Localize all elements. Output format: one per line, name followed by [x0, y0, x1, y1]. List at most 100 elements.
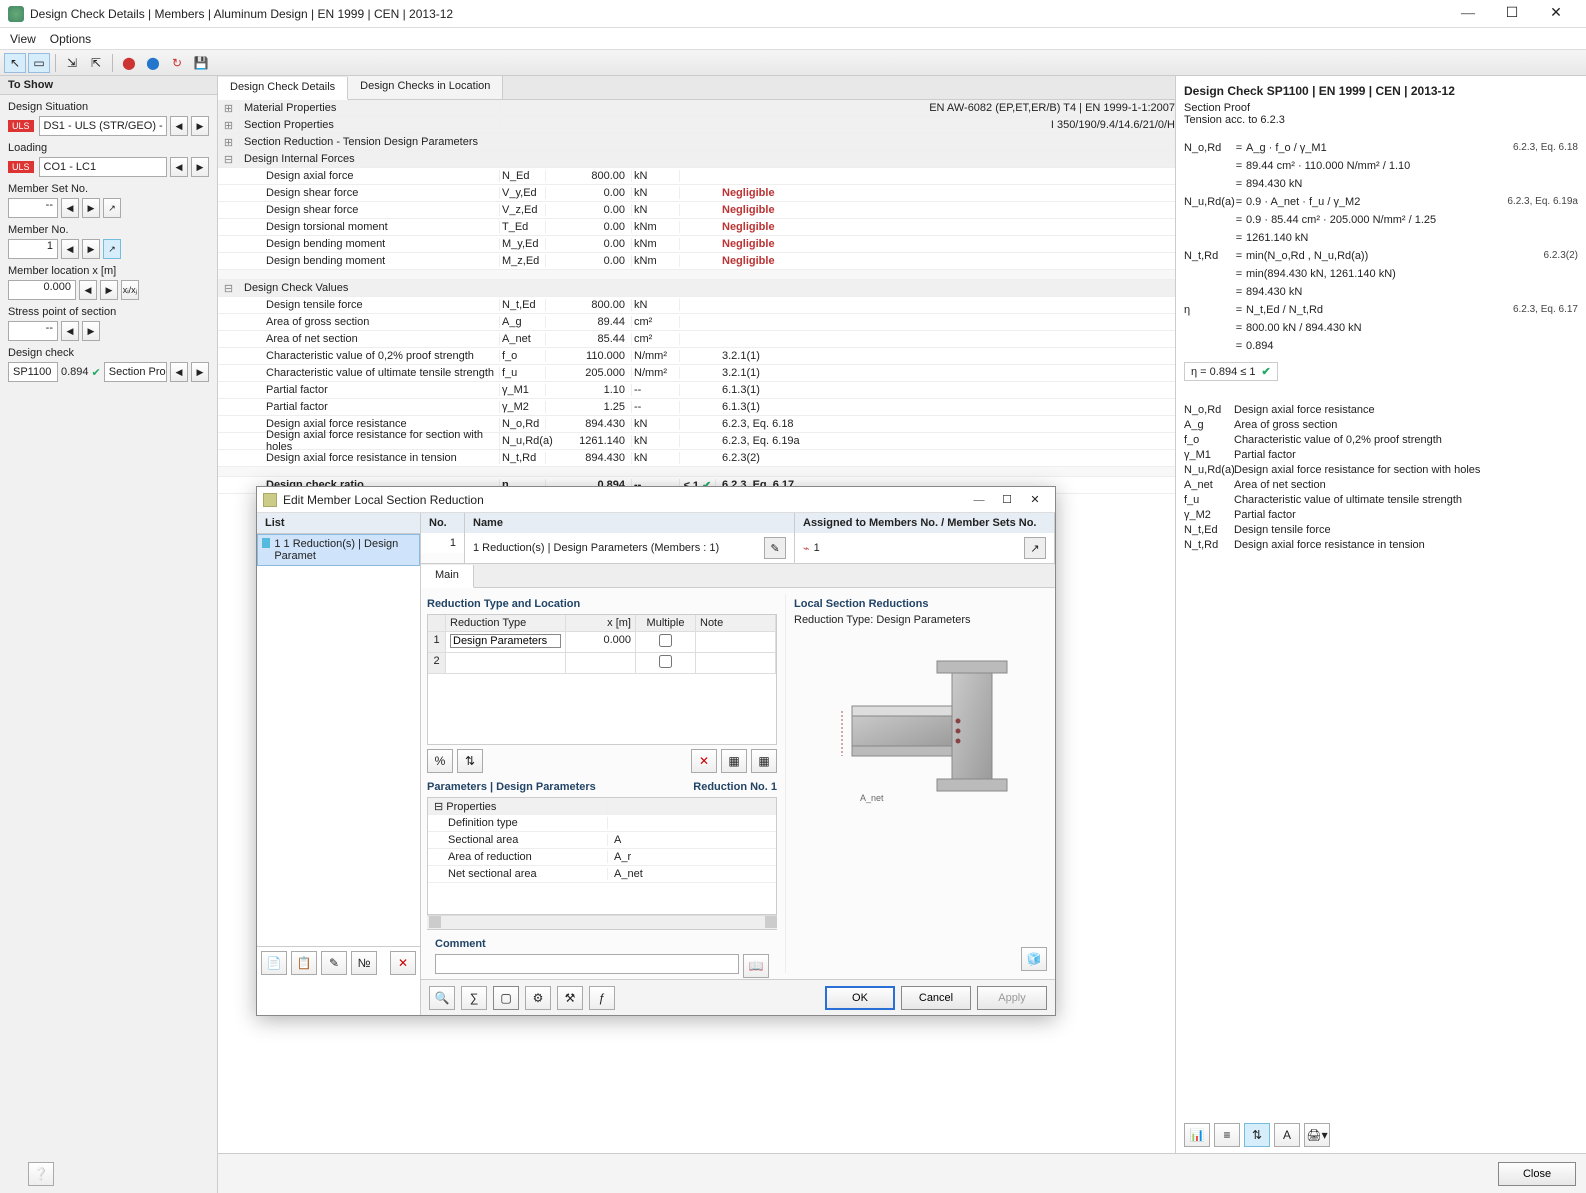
prev-button[interactable]: ◀ — [170, 116, 188, 136]
close-button[interactable]: Close — [1498, 1162, 1576, 1186]
next-button[interactable]: ▶ — [82, 239, 100, 259]
dialog-maximize[interactable]: ☐ — [993, 489, 1021, 511]
ok-button[interactable]: OK — [825, 986, 895, 1010]
reduction-x-cell[interactable]: 0.000 — [566, 632, 636, 653]
design-situation-dropdown[interactable]: DS1 - ULS (STR/GEO) - Perman… — [39, 116, 167, 136]
view-3d-button[interactable]: 🧊 — [1021, 947, 1047, 971]
deriv-symbol — [1184, 338, 1232, 354]
tab-design-checks-location[interactable]: Design Checks in Location — [348, 76, 503, 99]
note-cell[interactable] — [696, 632, 776, 653]
multiple-checkbox[interactable] — [659, 655, 672, 668]
comment-input[interactable] — [435, 954, 739, 974]
prev-button[interactable]: ◀ — [61, 321, 79, 341]
next-button[interactable]: ▶ — [191, 116, 209, 136]
cancel-button[interactable]: Cancel — [901, 986, 971, 1010]
next-button[interactable]: ▶ — [191, 362, 209, 382]
prop-deftype[interactable]: Definition type — [428, 817, 608, 829]
delete-item-button[interactable]: ✕ — [390, 951, 416, 975]
grid-label: Design shear force — [240, 187, 500, 199]
edit-name-icon[interactable]: ✎ — [764, 537, 786, 559]
list-item[interactable]: 1 1 Reduction(s) | Design Paramet — [257, 534, 420, 566]
new-item-button[interactable]: 📄 — [261, 951, 287, 975]
pick-member-icon[interactable]: ↗ — [103, 239, 121, 259]
section-check-values[interactable]: Design Check Values — [240, 282, 1175, 294]
tool-arrow-icon[interactable]: ↖ — [4, 53, 26, 73]
assign-value[interactable]: 1 — [814, 542, 820, 554]
pick-assign-icon[interactable]: ↗ — [1024, 537, 1046, 559]
section-internal-forces[interactable]: Design Internal Forces — [240, 153, 1175, 165]
help-button[interactable]: ❔ — [28, 1162, 54, 1186]
delete-row-button[interactable]: ✕ — [691, 749, 717, 773]
memberloc-spinner[interactable]: 0.000 — [8, 280, 76, 300]
prop-netarea[interactable]: Net sectional area — [428, 868, 608, 880]
tool3-button[interactable]: ƒ — [589, 986, 615, 1010]
edit-item-button[interactable]: ✎ — [321, 951, 347, 975]
calc-button[interactable]: ∑ — [461, 986, 487, 1010]
minimize-button[interactable]: — — [1446, 0, 1490, 28]
prev-button[interactable]: ◀ — [61, 198, 79, 218]
tool-select-icon[interactable]: ▭ — [28, 53, 50, 73]
right-opt3-button[interactable]: ⇅ — [1244, 1123, 1270, 1147]
next-button[interactable]: ▶ — [82, 198, 100, 218]
section-view-button[interactable]: ▢ — [493, 986, 519, 1010]
tool-import-icon[interactable]: ⇲ — [61, 53, 83, 73]
table-opt2-button[interactable]: ▦ — [751, 749, 777, 773]
no-header: No. — [421, 513, 464, 533]
dialog-minimize[interactable]: — — [965, 489, 993, 511]
dialog-close[interactable]: ✕ — [1021, 489, 1049, 511]
designcheck-sp: SP1100 — [8, 362, 58, 382]
apply-button[interactable]: Apply — [977, 986, 1047, 1010]
reduction-type-input[interactable] — [450, 634, 561, 648]
prev-button[interactable]: ◀ — [79, 280, 97, 300]
close-window-button[interactable]: ✕ — [1534, 0, 1578, 28]
tool-refresh-icon[interactable]: ↻ — [166, 53, 188, 73]
section-reduction[interactable]: Section Reduction - Tension Design Param… — [240, 136, 1175, 148]
designcheck-type-dropdown[interactable]: Section Proof | T… — [104, 362, 167, 382]
tool-button[interactable]: ⚙ — [525, 986, 551, 1010]
right-opt2-button[interactable]: ≡ — [1214, 1123, 1240, 1147]
zoom-button[interactable]: 🔍 — [429, 986, 455, 1010]
tool-export-icon[interactable]: ⇱ — [85, 53, 107, 73]
section-section[interactable]: Section Properties — [240, 119, 500, 131]
memberno-spinner[interactable]: 1 — [8, 239, 58, 259]
prev-button[interactable]: ◀ — [170, 362, 188, 382]
col-multiple: Multiple — [636, 615, 696, 632]
tool-save-icon[interactable]: 💾 — [190, 53, 212, 73]
prop-areared[interactable]: Area of reduction — [428, 851, 608, 863]
prev-button[interactable]: ◀ — [170, 157, 188, 177]
prev-button[interactable]: ◀ — [61, 239, 79, 259]
dialog-icon — [263, 493, 277, 507]
menu-options[interactable]: Options — [50, 32, 91, 46]
xi-xj-button[interactable]: xᵢ/xⱼ — [121, 280, 139, 300]
right-opt1-button[interactable]: 📊 — [1184, 1123, 1210, 1147]
print-button[interactable]: 🖨▾ — [1304, 1123, 1330, 1147]
tool-color1-icon[interactable]: ⬤ — [118, 53, 140, 73]
next-button[interactable]: ▶ — [82, 321, 100, 341]
percent-button[interactable]: % — [427, 749, 453, 773]
tab-main[interactable]: Main — [421, 565, 474, 588]
memberset-spinner[interactable]: -- — [8, 198, 58, 218]
num-item-button[interactable]: № — [351, 951, 377, 975]
pick-icon[interactable]: ↗ — [103, 198, 121, 218]
right-opt4-button[interactable]: A — [1274, 1123, 1300, 1147]
stresspoint-spinner[interactable]: -- — [8, 321, 58, 341]
comment-lib-button[interactable]: 📖 — [743, 954, 769, 978]
section-material[interactable]: Material Properties — [240, 102, 500, 114]
deriv-expr: min(N_o,Rd , N_u,Rd(a)) — [1246, 248, 1488, 264]
sort-button[interactable]: ⇅ — [457, 749, 483, 773]
tool-color2-icon[interactable]: ⬤ — [142, 53, 164, 73]
deriv-expr: N_t,Ed / N_t,Rd — [1246, 302, 1488, 318]
tool2-button[interactable]: ⚒ — [557, 986, 583, 1010]
prop-area[interactable]: Sectional area — [428, 834, 608, 846]
grid-label: Design bending moment — [240, 255, 500, 267]
menu-view[interactable]: View — [10, 32, 36, 46]
multiple-checkbox[interactable] — [659, 634, 672, 647]
table-opt1-button[interactable]: ▦ — [721, 749, 747, 773]
tab-design-check-details[interactable]: Design Check Details — [218, 77, 348, 100]
loading-dropdown[interactable]: CO1 - LC1 — [39, 157, 167, 177]
copy-item-button[interactable]: 📋 — [291, 951, 317, 975]
maximize-button[interactable]: ☐ — [1490, 0, 1534, 28]
check-ok-icon: ✔ — [1261, 365, 1270, 378]
next-button[interactable]: ▶ — [191, 157, 209, 177]
next-button[interactable]: ▶ — [100, 280, 118, 300]
